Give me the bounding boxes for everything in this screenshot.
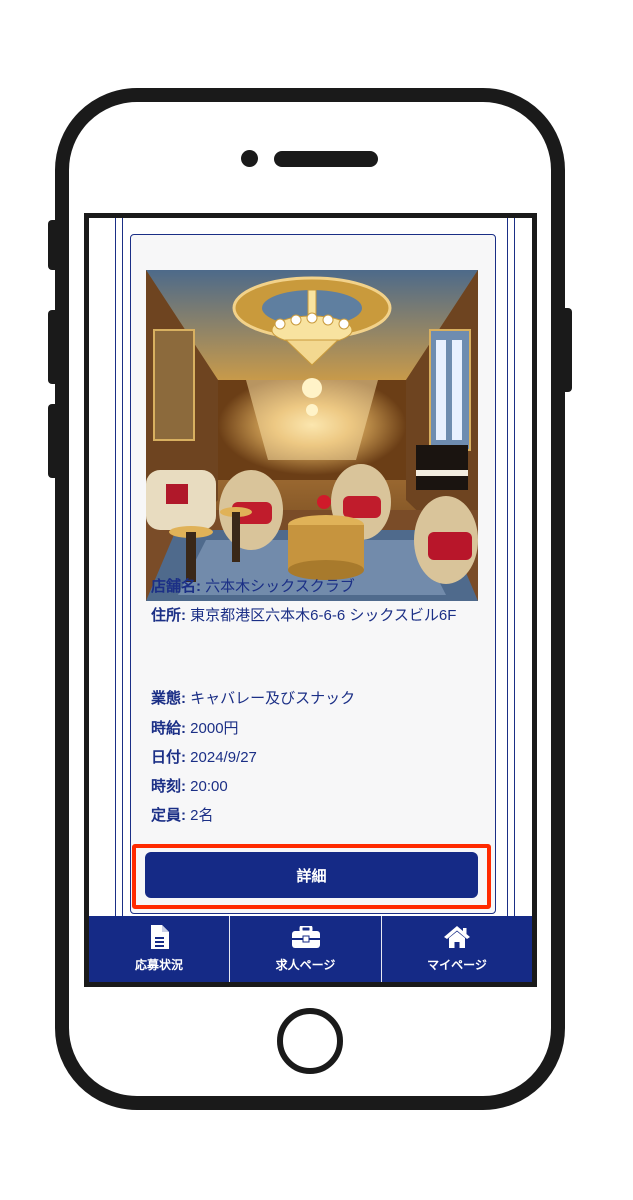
job-card: 店舗名: 六本木シックスクラブ 住所: 東京都港区六本木6-6-6 シックスビル… <box>130 234 496 914</box>
store-capacity-label: 定員: <box>151 807 186 824</box>
divider-line <box>122 218 123 916</box>
store-capacity-value: 2名 <box>190 807 214 824</box>
store-date-value: 2024/9/27 <box>190 749 257 766</box>
phone-speaker <box>274 151 378 167</box>
nav-item-my-page[interactable]: マイページ <box>381 916 532 982</box>
store-name-row: 店舗名: 六本木シックスクラブ <box>151 577 473 597</box>
bottom-navigation: 応募状況 求人ページ マイページ <box>89 916 532 982</box>
briefcase-icon <box>291 924 320 950</box>
nav-label-job-listings: 求人ページ <box>275 958 336 972</box>
nav-item-job-listings[interactable]: 求人ページ <box>229 916 381 982</box>
document-icon <box>145 924 173 950</box>
divider-line <box>115 218 116 916</box>
app-content: 店舗名: 六本木シックスクラブ 住所: 東京都港区六本木6-6-6 シックスビル… <box>89 218 532 982</box>
store-wage-row: 時給: 2000円 <box>151 719 473 739</box>
nav-label-application-status: 応募状況 <box>134 958 183 972</box>
phone-home-button <box>277 1008 343 1074</box>
store-time-value: 20:00 <box>190 778 228 795</box>
store-address-value: 東京都港区六本木6-6-6 シックスビル6F <box>190 607 457 624</box>
divider-line <box>507 218 508 916</box>
store-address-label: 住所: <box>151 607 186 624</box>
phone-camera <box>241 150 258 167</box>
nav-label-my-page: マイページ <box>427 958 487 972</box>
store-wage-value: 2000円 <box>190 720 239 737</box>
detail-button[interactable]: 詳細 <box>145 852 478 898</box>
phone-screen: 店舗名: 六本木シックスクラブ 住所: 東京都港区六本木6-6-6 シックスビル… <box>84 213 537 987</box>
store-business-label: 業態: <box>151 690 186 707</box>
divider-line <box>514 218 515 916</box>
nav-item-application-status[interactable]: 応募状況 <box>89 916 229 982</box>
store-business-row: 業態: キャバレー及びスナック <box>151 689 473 709</box>
store-wage-label: 時給: <box>151 720 186 737</box>
store-capacity-row: 定員: 2名 <box>151 806 473 826</box>
store-interior-image <box>146 270 478 601</box>
store-date-row: 日付: 2024/9/27 <box>151 748 473 768</box>
store-address-row: 住所: 東京都港区六本木6-6-6 シックスビル6F <box>151 606 473 626</box>
store-time-label: 時刻: <box>151 778 186 795</box>
store-name-label: 店舗名: <box>151 578 201 595</box>
store-name-value: 六本木シックスクラブ <box>205 578 355 595</box>
home-icon <box>443 924 471 950</box>
store-time-row: 時刻: 20:00 <box>151 777 473 797</box>
store-date-label: 日付: <box>151 749 186 766</box>
store-business-value: キャバレー及びスナック <box>190 690 356 707</box>
